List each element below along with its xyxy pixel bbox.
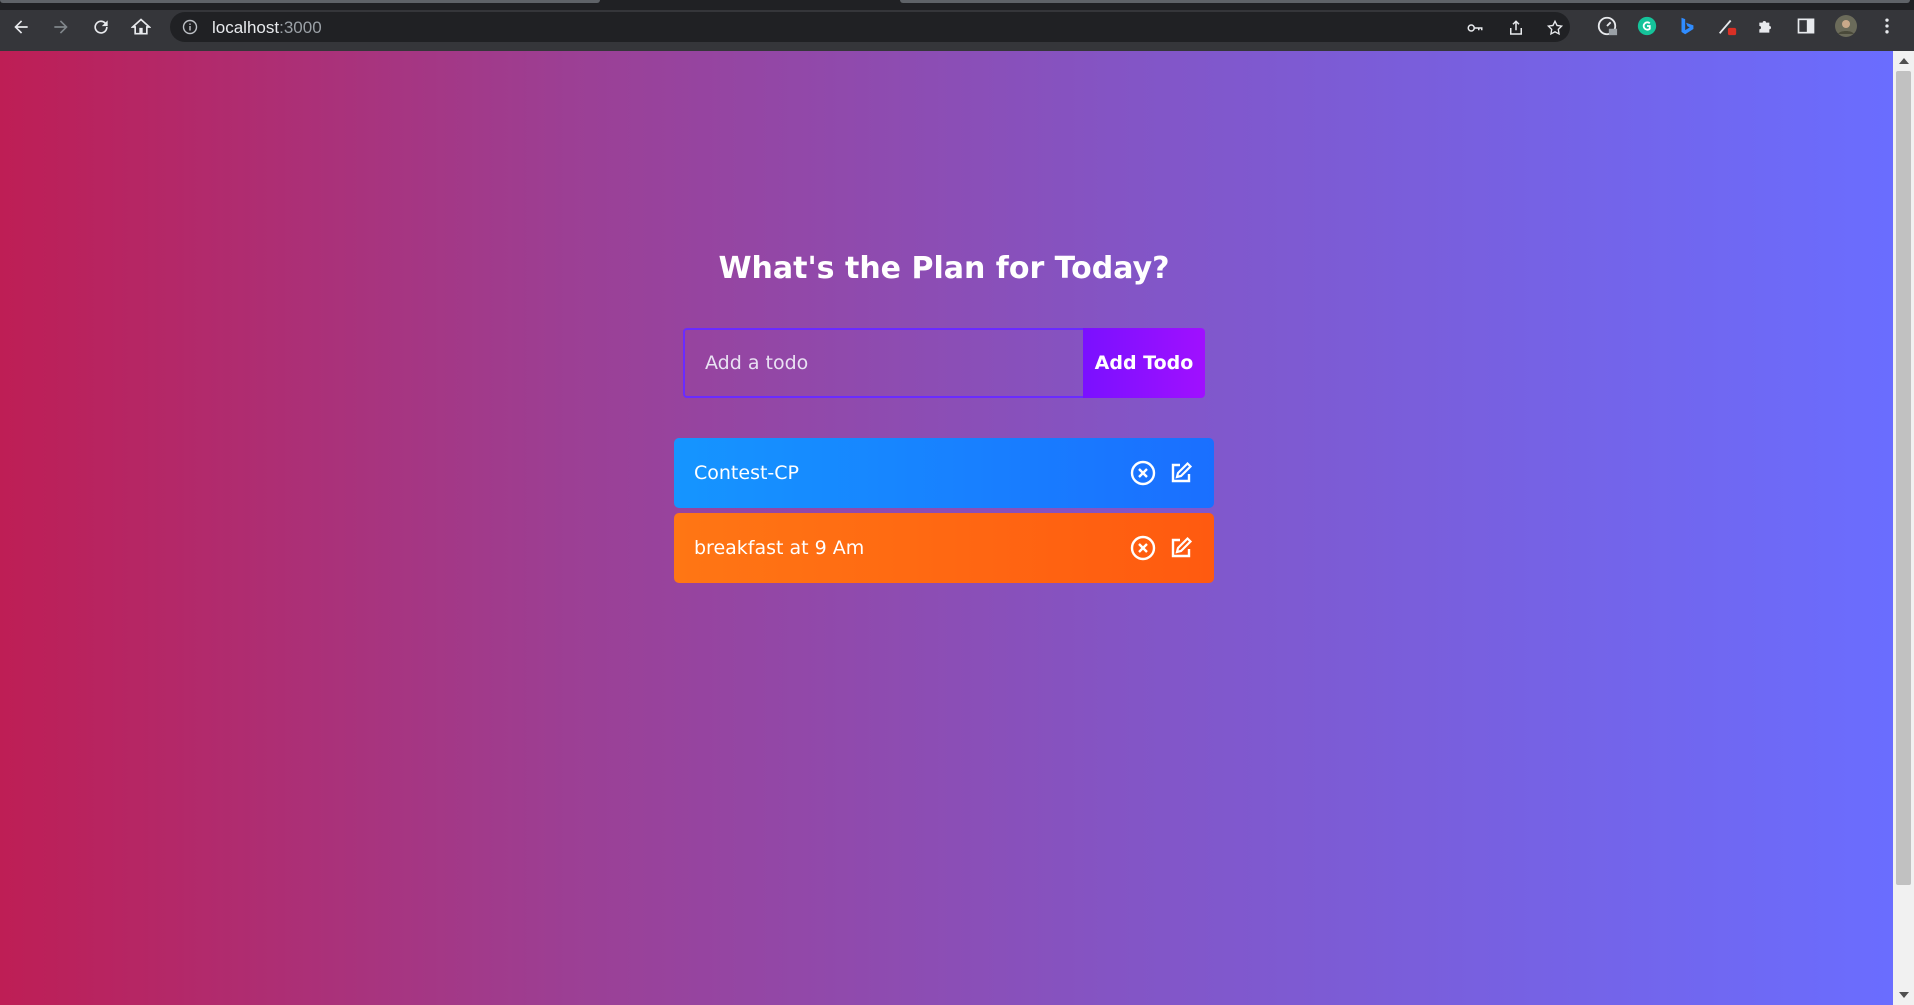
vertical-scrollbar[interactable] — [1893, 51, 1914, 1005]
page-title: What's the Plan for Today? — [718, 251, 1170, 286]
reload-icon — [94, 20, 108, 34]
forward-button[interactable] — [47, 13, 75, 41]
key-icon[interactable] — [1466, 19, 1484, 37]
pencil-square-icon[interactable] — [1168, 535, 1194, 561]
todo-actions — [1130, 535, 1194, 561]
star-icon[interactable] — [1546, 19, 1564, 37]
browser-toolbar: localhost:3000 — [0, 0, 1914, 51]
bing-icon[interactable] — [1675, 14, 1699, 38]
scroll-up-arrow[interactable] — [1899, 58, 1909, 64]
home-icon — [131, 18, 151, 35]
tab-edge — [900, 0, 1910, 3]
side-panel-icon[interactable] — [1794, 14, 1818, 38]
extension-speedometer-icon[interactable] — [1595, 14, 1619, 38]
todo-actions — [1130, 460, 1194, 486]
add-todo-button[interactable]: Add Todo — [1083, 328, 1205, 398]
url-text: localhost:3000 — [212, 18, 322, 38]
puzzle-icon[interactable] — [1754, 14, 1778, 38]
scrollbar-thumb[interactable] — [1896, 71, 1911, 885]
todo-app: What's the Plan for Today? Add Todo Cont… — [0, 51, 1893, 1005]
home-button[interactable] — [127, 13, 155, 41]
pencil-square-icon[interactable] — [1168, 460, 1194, 486]
todo-item: Contest-CP — [674, 438, 1214, 508]
more-menu-icon[interactable] — [1875, 14, 1899, 38]
share-icon[interactable] — [1507, 19, 1525, 37]
arrow-left-icon — [14, 20, 28, 34]
circle-x-icon[interactable] — [1130, 460, 1156, 486]
info-icon[interactable] — [182, 19, 198, 35]
scroll-down-arrow[interactable] — [1899, 992, 1909, 998]
todo-input[interactable] — [683, 328, 1083, 398]
todo-form: Add Todo — [683, 328, 1205, 398]
back-button[interactable] — [7, 13, 35, 41]
todo-text: Contest-CP — [694, 462, 800, 484]
reload-button[interactable] — [87, 13, 115, 41]
avatar[interactable] — [1834, 14, 1858, 38]
todo-text: breakfast at 9 Am — [694, 537, 865, 559]
pen-extension-icon[interactable] — [1715, 14, 1739, 38]
arrow-right-icon — [54, 20, 68, 34]
todo-item: breakfast at 9 Am — [674, 513, 1214, 583]
url-host: localhost — [212, 18, 280, 37]
tab-edge — [0, 0, 600, 3]
address-bar[interactable]: localhost:3000 — [170, 12, 1570, 42]
grammarly-icon[interactable] — [1635, 14, 1659, 38]
circle-x-icon[interactable] — [1130, 535, 1156, 561]
url-port: :3000 — [279, 18, 322, 37]
